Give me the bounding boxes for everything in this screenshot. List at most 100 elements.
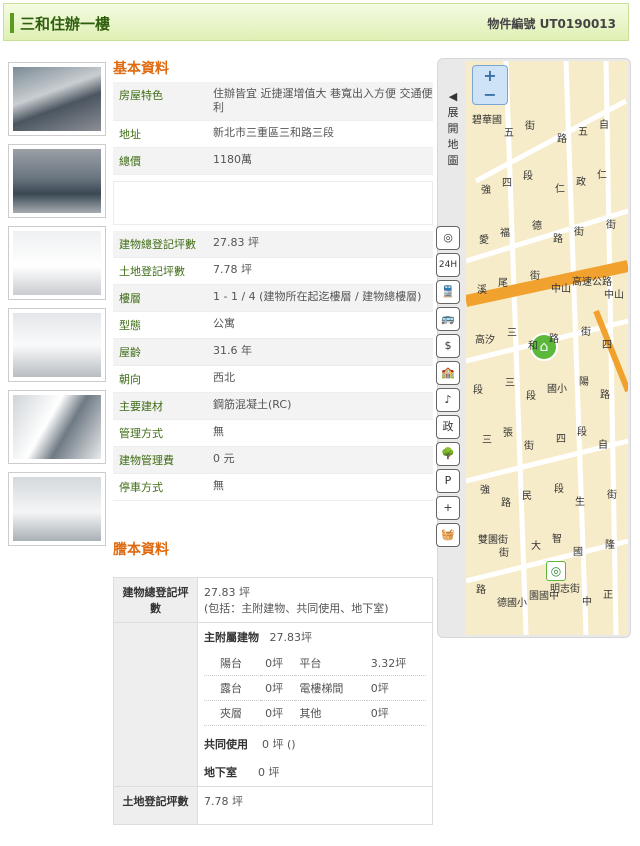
street-label: 段	[473, 385, 483, 396]
music-icon[interactable]: ♪	[436, 388, 460, 412]
street-label: 三	[482, 435, 492, 446]
basic-section-title: 基本資料	[113, 61, 169, 77]
listing-id: 物件編號 UT0190013	[487, 15, 616, 32]
detail-label: 屋齡	[119, 346, 141, 359]
sub-area-value: 0坪	[366, 675, 426, 701]
street-label: 自	[598, 440, 608, 451]
map-panel: ◀ 展開地圖 + − ⌂ ◎ 碧華國五街路五自強四段仁政仁愛福德路街街溪尾街中山…	[437, 58, 631, 638]
train-icon[interactable]: 🚆	[436, 280, 460, 304]
hospital-icon[interactable]: +	[436, 496, 460, 520]
street-label: 強	[481, 185, 491, 196]
street-label: 生	[575, 497, 585, 508]
detail-label: 主要建材	[119, 400, 163, 413]
thumbnail-4[interactable]	[8, 308, 106, 382]
detail-row: 主要建材 鋼筋混凝土(RC)	[113, 393, 433, 420]
sub-area-label: 電樓梯間	[295, 675, 367, 701]
street-label: 段	[526, 391, 536, 402]
landmark-icon[interactable]: ◎	[436, 226, 460, 250]
sub-area-label: 陽台	[204, 651, 262, 676]
photo-room-empty	[13, 231, 101, 295]
detail-label: 土地登記坪數	[119, 265, 185, 278]
poi-toolbar: ◎ 24H 🚆 🚌 $ 🏫 ♪ 政 🌳 P + 🧺	[436, 226, 462, 550]
street-label: 智	[552, 534, 562, 545]
street-label: 正	[603, 590, 613, 601]
street-label: 五	[504, 128, 514, 139]
detail-row: 樓層 1 - 1 / 4 (建物所在起迄樓層 / 建物總樓層)	[113, 285, 433, 312]
street-label: 街	[606, 220, 616, 231]
bank-icon[interactable]: $	[436, 334, 460, 358]
landmark-marker-icon[interactable]: ◎	[546, 561, 566, 581]
street-label: 碧華國	[472, 115, 502, 126]
parking-icon[interactable]: P	[436, 469, 460, 493]
detail-label: 管理方式	[119, 427, 163, 440]
street-label: 路	[600, 390, 610, 401]
thumbnail-5[interactable]	[8, 390, 106, 464]
zoom-out-icon[interactable]: −	[473, 85, 507, 104]
street-label: 德	[532, 221, 542, 232]
street-label: 大	[531, 541, 541, 552]
page-title: 三和住辦一樓	[20, 15, 111, 33]
street-label: 街	[530, 271, 540, 282]
street-label: 段	[577, 427, 587, 438]
street-label: 街	[525, 121, 535, 132]
thumbnail-2[interactable]	[8, 144, 106, 218]
detail-label: 朝向	[119, 373, 141, 386]
24h-icon[interactable]: 24H	[436, 253, 460, 277]
detail-value: 公寓	[213, 317, 235, 330]
street-label: 隆	[605, 540, 615, 551]
sub-area-grid: 陽台 0坪 平台 3.32坪 露台 0坪 電樓梯間 0坪 夾層 0坪 其他 0坪	[204, 651, 426, 726]
zoom-control[interactable]: + −	[472, 65, 508, 105]
detail-label: 建物管理費	[119, 454, 174, 467]
thumbnail-1[interactable]	[8, 62, 106, 136]
detail-row: 土地登記坪數 7.78 坪	[113, 258, 433, 285]
street-label: 陽	[579, 377, 589, 388]
street-label: 街	[499, 548, 509, 559]
map-canvas[interactable]: + − ⌂ ◎ 碧華國五街路五自強四段仁政仁愛福德路街街溪尾街中山 高速公路 中山高…	[466, 61, 628, 635]
sub-area-value: 0坪	[261, 675, 296, 701]
street-label: 街	[524, 441, 534, 452]
chevron-left-icon: ◀	[448, 90, 458, 103]
street-label: 民	[522, 491, 532, 502]
expand-map-char: 地	[447, 138, 459, 151]
basement-value: 0 坪	[257, 766, 280, 779]
street-label: 路	[501, 498, 511, 509]
zoom-in-icon[interactable]: +	[473, 66, 507, 85]
street-label: 國小	[547, 384, 567, 395]
street-label: 愛	[479, 235, 489, 246]
title-bar: 三和住辦一樓 物件編號 UT0190013	[3, 3, 629, 41]
street-label: 政	[576, 177, 586, 188]
sub-area-row: 陽台 0坪 平台 3.32坪	[204, 651, 426, 676]
street-label: 街	[607, 490, 617, 501]
detail-label: 型態	[119, 319, 141, 332]
register-table: 建物總登記坪數 27.83 坪 (包括：主附建物、共同使用、地下室) 主附屬建物…	[113, 577, 433, 825]
street-label: 國	[573, 547, 583, 558]
bus-icon[interactable]: 🚌	[436, 307, 460, 331]
listing-id-value: UT0190013	[539, 17, 616, 31]
street-label: 自	[599, 120, 609, 131]
photo-street	[13, 67, 101, 131]
thumbnail-6[interactable]	[8, 472, 106, 546]
government-icon[interactable]: 政	[436, 415, 460, 439]
street-label: 強	[480, 485, 490, 496]
park-icon[interactable]: 🌳	[436, 442, 460, 466]
photo-room-window	[13, 313, 101, 377]
price-label: 總價	[119, 155, 141, 168]
detail-value: 27.83 坪	[213, 236, 259, 249]
expand-map-char: 展	[447, 106, 459, 119]
school-icon[interactable]: 🏫	[436, 361, 460, 385]
address-label: 地址	[119, 128, 141, 141]
expand-map-button[interactable]: ◀ 展開地圖	[442, 89, 464, 169]
common-use-value: 0 坪 ()	[262, 738, 296, 751]
street-label: 三	[505, 378, 515, 389]
street-label: 段	[554, 484, 564, 495]
detail-row: 建物總登記坪數 27.83 坪	[113, 231, 433, 258]
market-icon[interactable]: 🧺	[436, 523, 460, 547]
thumbnail-3[interactable]	[8, 226, 106, 300]
building-area-value: 27.83 坪	[204, 586, 250, 599]
street-label: 五	[578, 127, 588, 138]
street-label: 段	[523, 171, 533, 182]
photo-gate	[13, 149, 101, 213]
price-row: 總價 1180萬	[113, 148, 433, 175]
detail-row: 管理方式 無	[113, 420, 433, 447]
basement-label: 地下室	[204, 766, 237, 779]
